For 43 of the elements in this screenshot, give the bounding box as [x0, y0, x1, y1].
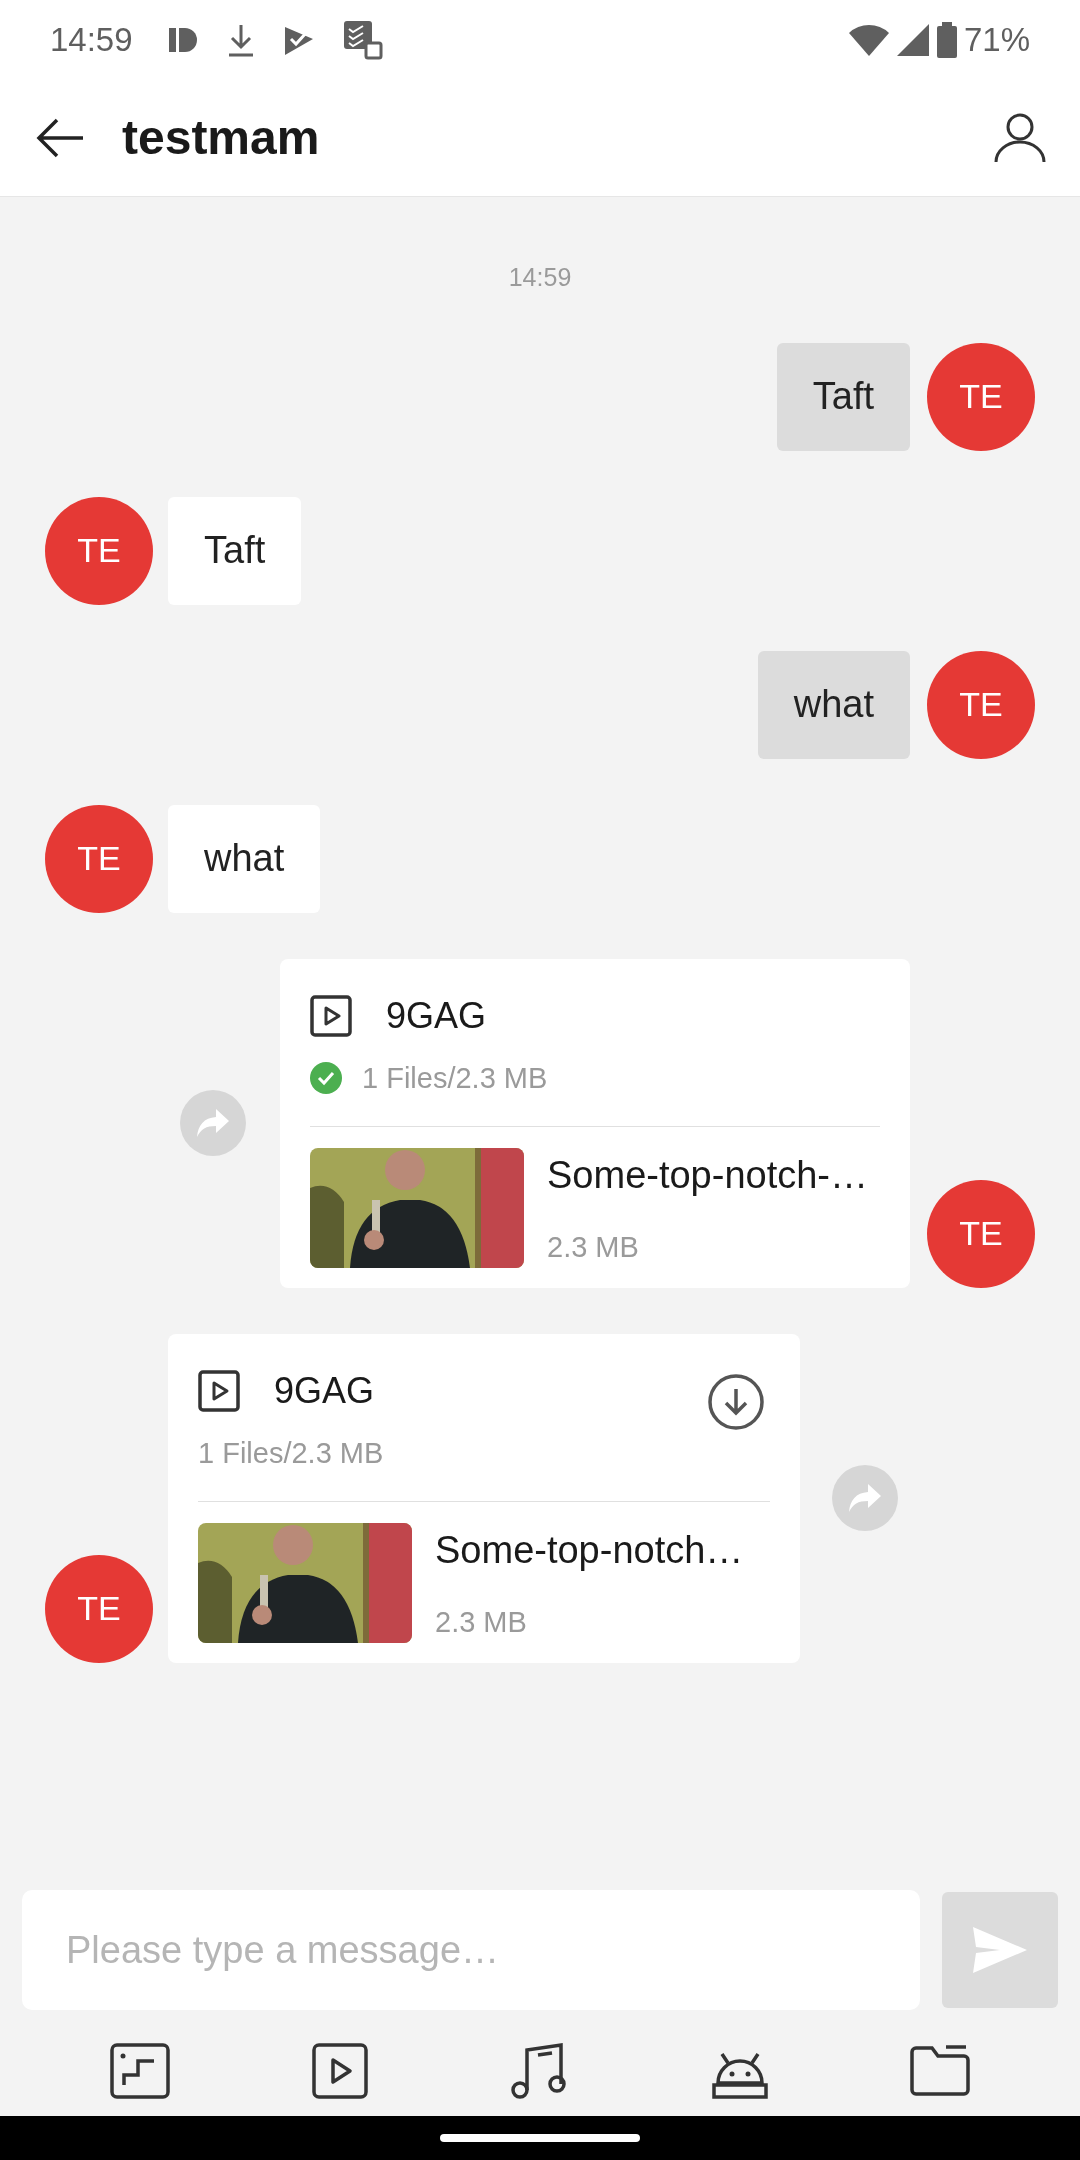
message-bubble: what	[757, 650, 910, 759]
image-icon	[110, 2043, 170, 2099]
send-icon	[971, 1925, 1029, 1975]
file-name: Some-top-notch-…	[547, 1153, 868, 1198]
file-summary: 1 Files/2.3 MB	[362, 1060, 548, 1096]
file-size: 2.3 MB	[435, 1605, 528, 1640]
person-icon	[994, 112, 1046, 164]
file-card[interactable]: 9GAG 1 Files/2.3 MB Some-top-notch… 2.3 MB	[168, 1333, 800, 1663]
download-button[interactable]	[706, 1371, 766, 1432]
file-summary: 1 Files/2.3 MB	[198, 1435, 384, 1471]
user-avatar[interactable]: TE	[927, 342, 1035, 451]
user-avatar[interactable]: TE	[45, 804, 153, 913]
play-icon	[312, 2043, 368, 2099]
message-input-field[interactable]: Please type a message…	[22, 1890, 920, 2010]
status-time: 14:59	[50, 20, 133, 61]
back-arrow-icon	[35, 118, 85, 158]
download-icon	[707, 1372, 765, 1431]
video-file-icon	[198, 1369, 240, 1412]
battery-percentage: 71%	[963, 20, 1030, 61]
download-icon	[226, 23, 255, 57]
user-avatar[interactable]: TE	[927, 1179, 1035, 1288]
video-file-icon	[310, 994, 352, 1037]
wifi-icon	[847, 23, 890, 57]
share-arrow-icon	[196, 1108, 230, 1138]
file-size: 2.3 MB	[547, 1230, 640, 1265]
user-avatar[interactable]: TE	[45, 496, 153, 605]
battery-icon	[935, 22, 958, 58]
user-avatar[interactable]: TE	[927, 650, 1035, 759]
user-avatar[interactable]: TE	[45, 1554, 153, 1663]
file-title: 9GAG	[386, 993, 487, 1038]
app-notification-icon	[168, 26, 199, 54]
message-timestamp: 14:59	[508, 262, 572, 293]
message-bubble: Taft	[168, 496, 302, 605]
file-title: 9GAG	[274, 1368, 375, 1413]
message-bubble: what	[168, 804, 321, 913]
file-card[interactable]: 9GAG 1 Files/2.3 MB Some-top-notch-… 2.3 MB	[280, 958, 910, 1288]
file-name: Some-top-notch…	[435, 1528, 744, 1573]
message-bubble: Taft	[776, 342, 910, 451]
tasks-calendar-icon	[342, 20, 383, 60]
chat-title: testmam	[122, 110, 320, 166]
share-arrow-icon	[848, 1483, 882, 1513]
folder-icon	[910, 2044, 970, 2098]
signal-icon	[895, 23, 930, 57]
